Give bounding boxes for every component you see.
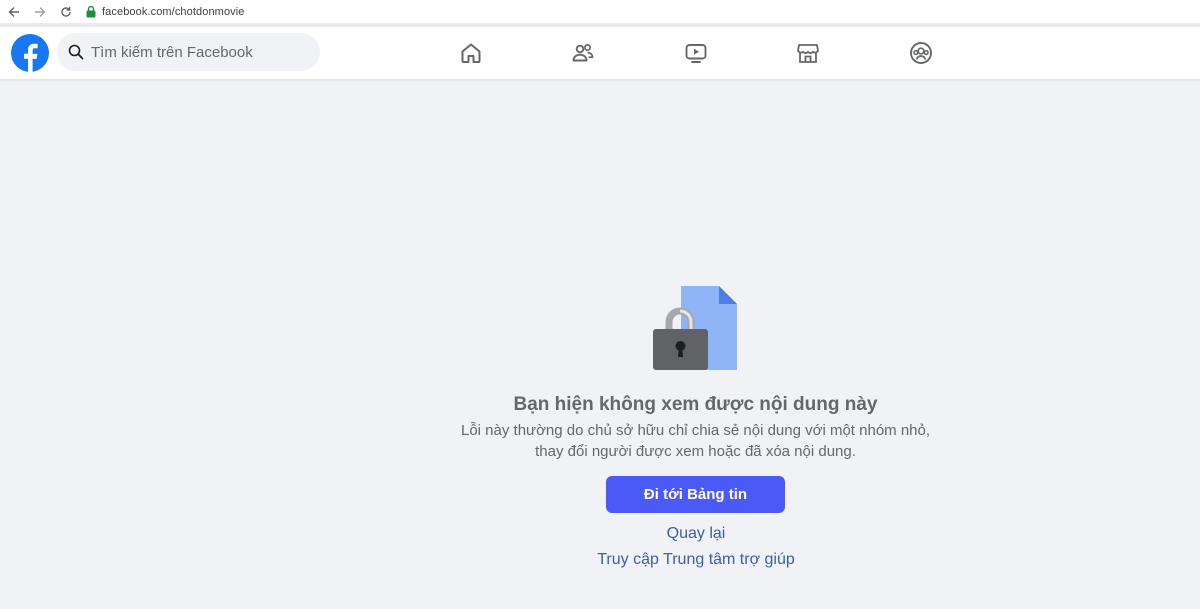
marketplace-icon[interactable] [795,40,821,66]
error-title: Bạn hiện không xem được nội dung này [513,394,878,415]
search-input[interactable] [91,43,311,61]
search-box[interactable] [57,33,320,71]
reload-icon[interactable] [53,0,79,23]
back-arrow-icon[interactable] [1,0,27,23]
facebook-header [0,27,1200,80]
facebook-logo-icon[interactable] [11,34,49,72]
watch-video-icon[interactable] [683,40,709,66]
friends-icon[interactable] [570,40,596,66]
error-description: Lỗi này thường do chủ sở hữu chỉ chia sẻ… [460,422,931,460]
url-text: facebook.com/chotdonmovie [102,5,245,18]
go-back-link[interactable]: Quay lại [496,525,896,543]
groups-icon[interactable] [908,40,934,66]
home-icon[interactable] [458,40,484,66]
secure-lock-icon [84,5,98,19]
search-icon [68,44,84,60]
browser-toolbar: facebook.com/chotdonmovie [0,0,1200,23]
help-center-link[interactable]: Truy cập Trung tâm trợ giúp [496,551,896,569]
content-unavailable-panel: Bạn hiện không xem được nội dung này Lỗi… [0,80,1200,609]
forward-arrow-icon[interactable] [27,0,53,23]
locked-document-icon [650,286,742,374]
go-to-news-feed-button[interactable]: Đi tới Bảng tin [606,476,785,513]
address-bar[interactable]: facebook.com/chotdonmovie [84,5,245,19]
